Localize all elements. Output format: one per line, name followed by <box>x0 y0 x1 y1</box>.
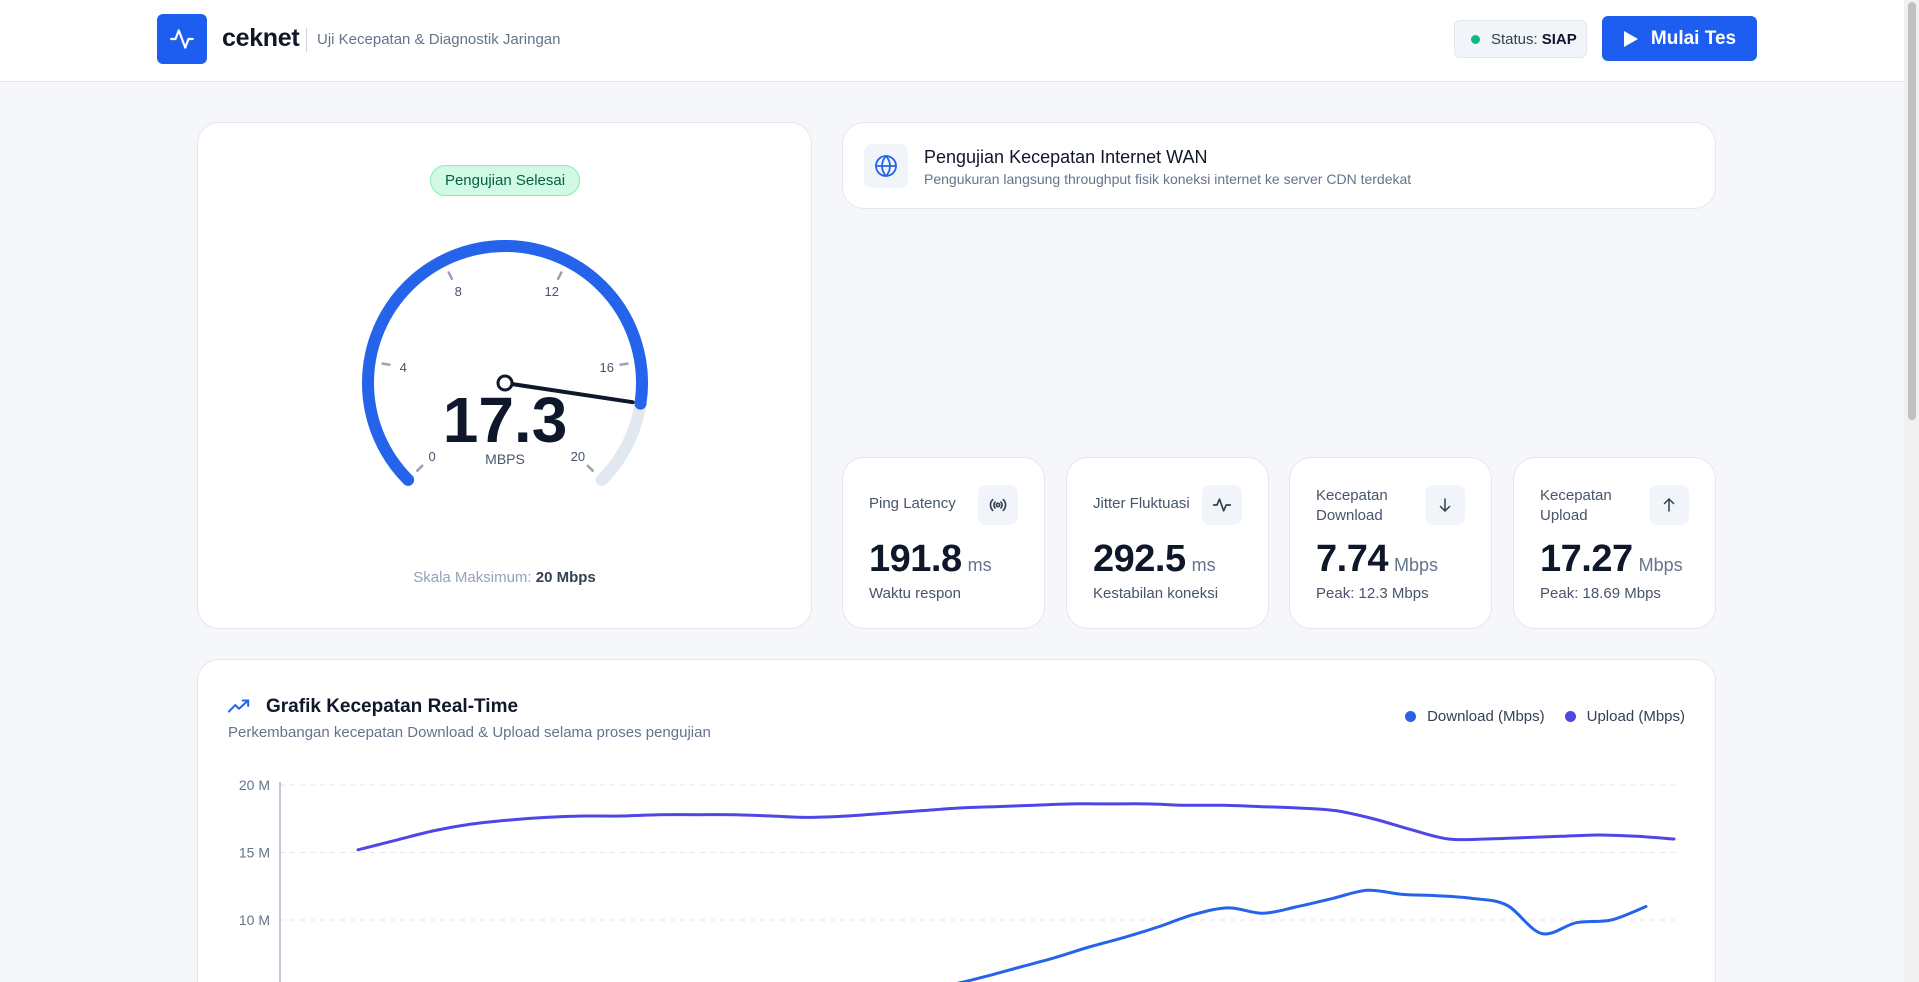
status-indicator: Status: SIAP <box>1454 20 1587 58</box>
upload-value: 17.27 Mbps <box>1540 538 1683 581</box>
realtime-chart-card: Grafik Kecepatan Real-Time Perkembangan … <box>197 659 1716 982</box>
jitter-value: 292.5 ms <box>1093 538 1216 581</box>
gauge-tick <box>586 464 594 472</box>
max-scale-label: Skala Maksimum: <box>413 569 532 586</box>
wan-title: Pengujian Kecepatan Internet WAN <box>924 147 1208 167</box>
ping-value: 191.8 ms <box>869 538 992 581</box>
upload-icon-box <box>1649 485 1689 525</box>
ping-unit: ms <box>967 555 992 575</box>
jitter-unit: ms <box>1191 555 1216 575</box>
speed-gauge-card: Pengujian Selesai 0 4 8 12 16 20 17.3 MBPS Sk… <box>197 122 812 629</box>
upload-title: Kecepatan Upload <box>1540 487 1612 524</box>
brand-name: ceknet <box>222 24 300 52</box>
wan-icon-box <box>864 144 908 188</box>
brand-tagline: Uji Kecepatan & Diagnostik Jaringan <box>317 31 561 48</box>
y-tick-label: 20 M <box>239 777 270 793</box>
ping-icon-box <box>978 485 1018 525</box>
gauge-tick <box>447 271 454 281</box>
pulse-icon <box>170 29 194 49</box>
gauge-tick-label: 0 <box>429 449 436 464</box>
play-icon <box>1623 30 1638 47</box>
top-header: ceknet Uji Kecepatan & Diagnostik Jaring… <box>0 0 1919 82</box>
ping-title: Ping Latency <box>869 495 956 512</box>
upload-unit: Mbps <box>1638 555 1683 575</box>
gauge-tick <box>416 464 424 472</box>
download-icon-box <box>1425 485 1465 525</box>
wan-info-card: Pengujian Kecepatan Internet WAN Penguku… <box>842 122 1716 209</box>
arrow-up-icon <box>1663 498 1675 512</box>
speed-line-chart: 20 M 15 M 10 M <box>239 777 1676 982</box>
gauge-tick-label: 8 <box>455 284 462 299</box>
download-series-line <box>956 888 1648 982</box>
broadcast-icon <box>989 498 1007 512</box>
download-peak: Peak: 12.3 Mbps <box>1316 585 1429 602</box>
status-dot-icon <box>1471 34 1480 44</box>
gauge-tick <box>619 362 629 366</box>
status-label: Status: <box>1491 30 1538 48</box>
download-title: Kecepatan Download <box>1316 487 1388 524</box>
gauge-value: 17.3 <box>443 384 568 456</box>
max-scale-value: 20 Mbps <box>535 569 596 586</box>
jitter-sub: Kestabilan koneksi <box>1093 585 1219 602</box>
scrollbar-thumb[interactable] <box>1908 2 1916 420</box>
jitter-card: Jitter Fluktuasi 292.5 ms Kestabilan kone… <box>1066 457 1269 629</box>
speed-gauge: 0 4 8 12 16 20 17.3 MBPS <box>362 240 648 526</box>
y-tick-label: 15 M <box>239 845 270 861</box>
globe-icon <box>875 155 897 177</box>
arrow-down-icon <box>1439 498 1451 512</box>
gauge-tick-label: 16 <box>599 360 613 375</box>
activity-icon <box>1212 498 1232 512</box>
upload-peak: Peak: 18.69 Mbps <box>1540 585 1661 602</box>
gauge-tick-label: 4 <box>400 360 407 375</box>
jitter-title: Jitter Fluktuasi <box>1093 495 1190 512</box>
gauge-tick-label: 12 <box>545 284 559 299</box>
download-value: 7.74 Mbps <box>1316 538 1438 581</box>
upload-number: 17.27 <box>1540 538 1633 580</box>
gauge-tick <box>556 271 563 281</box>
upload-card: Kecepatan Upload 17.27 Mbps Peak: 18.69 M… <box>1513 457 1716 629</box>
download-number: 7.74 <box>1316 538 1388 580</box>
start-test-button[interactable]: Mulai Tes <box>1602 16 1757 61</box>
upload-series-line <box>356 802 1676 852</box>
y-tick-label: 10 M <box>239 912 270 928</box>
download-card: Kecepatan Download 7.74 Mbps Peak: 12.3 M… <box>1289 457 1492 629</box>
jitter-number: 292.5 <box>1093 538 1186 580</box>
gauge-unit: MBPS <box>485 451 525 467</box>
ping-number: 191.8 <box>869 538 962 580</box>
download-unit: Mbps <box>1393 555 1438 575</box>
gauge-tick <box>381 362 391 366</box>
brand-divider <box>306 28 307 52</box>
ping-sub: Waktu respon <box>869 585 961 602</box>
start-test-label: Mulai Tes <box>1650 27 1737 49</box>
ping-card: Ping Latency 191.8 ms Waktu respon <box>842 457 1045 629</box>
logo-mark <box>157 14 207 64</box>
gauge-tick-label: 20 <box>571 449 585 464</box>
jitter-icon-box <box>1202 485 1242 525</box>
wan-subtitle: Pengukuran langsung throughput fisik kon… <box>924 171 1412 187</box>
max-scale-text: Skala Maksimum: 20 Mbps <box>198 569 811 586</box>
status-value: SIAP <box>1541 30 1577 48</box>
